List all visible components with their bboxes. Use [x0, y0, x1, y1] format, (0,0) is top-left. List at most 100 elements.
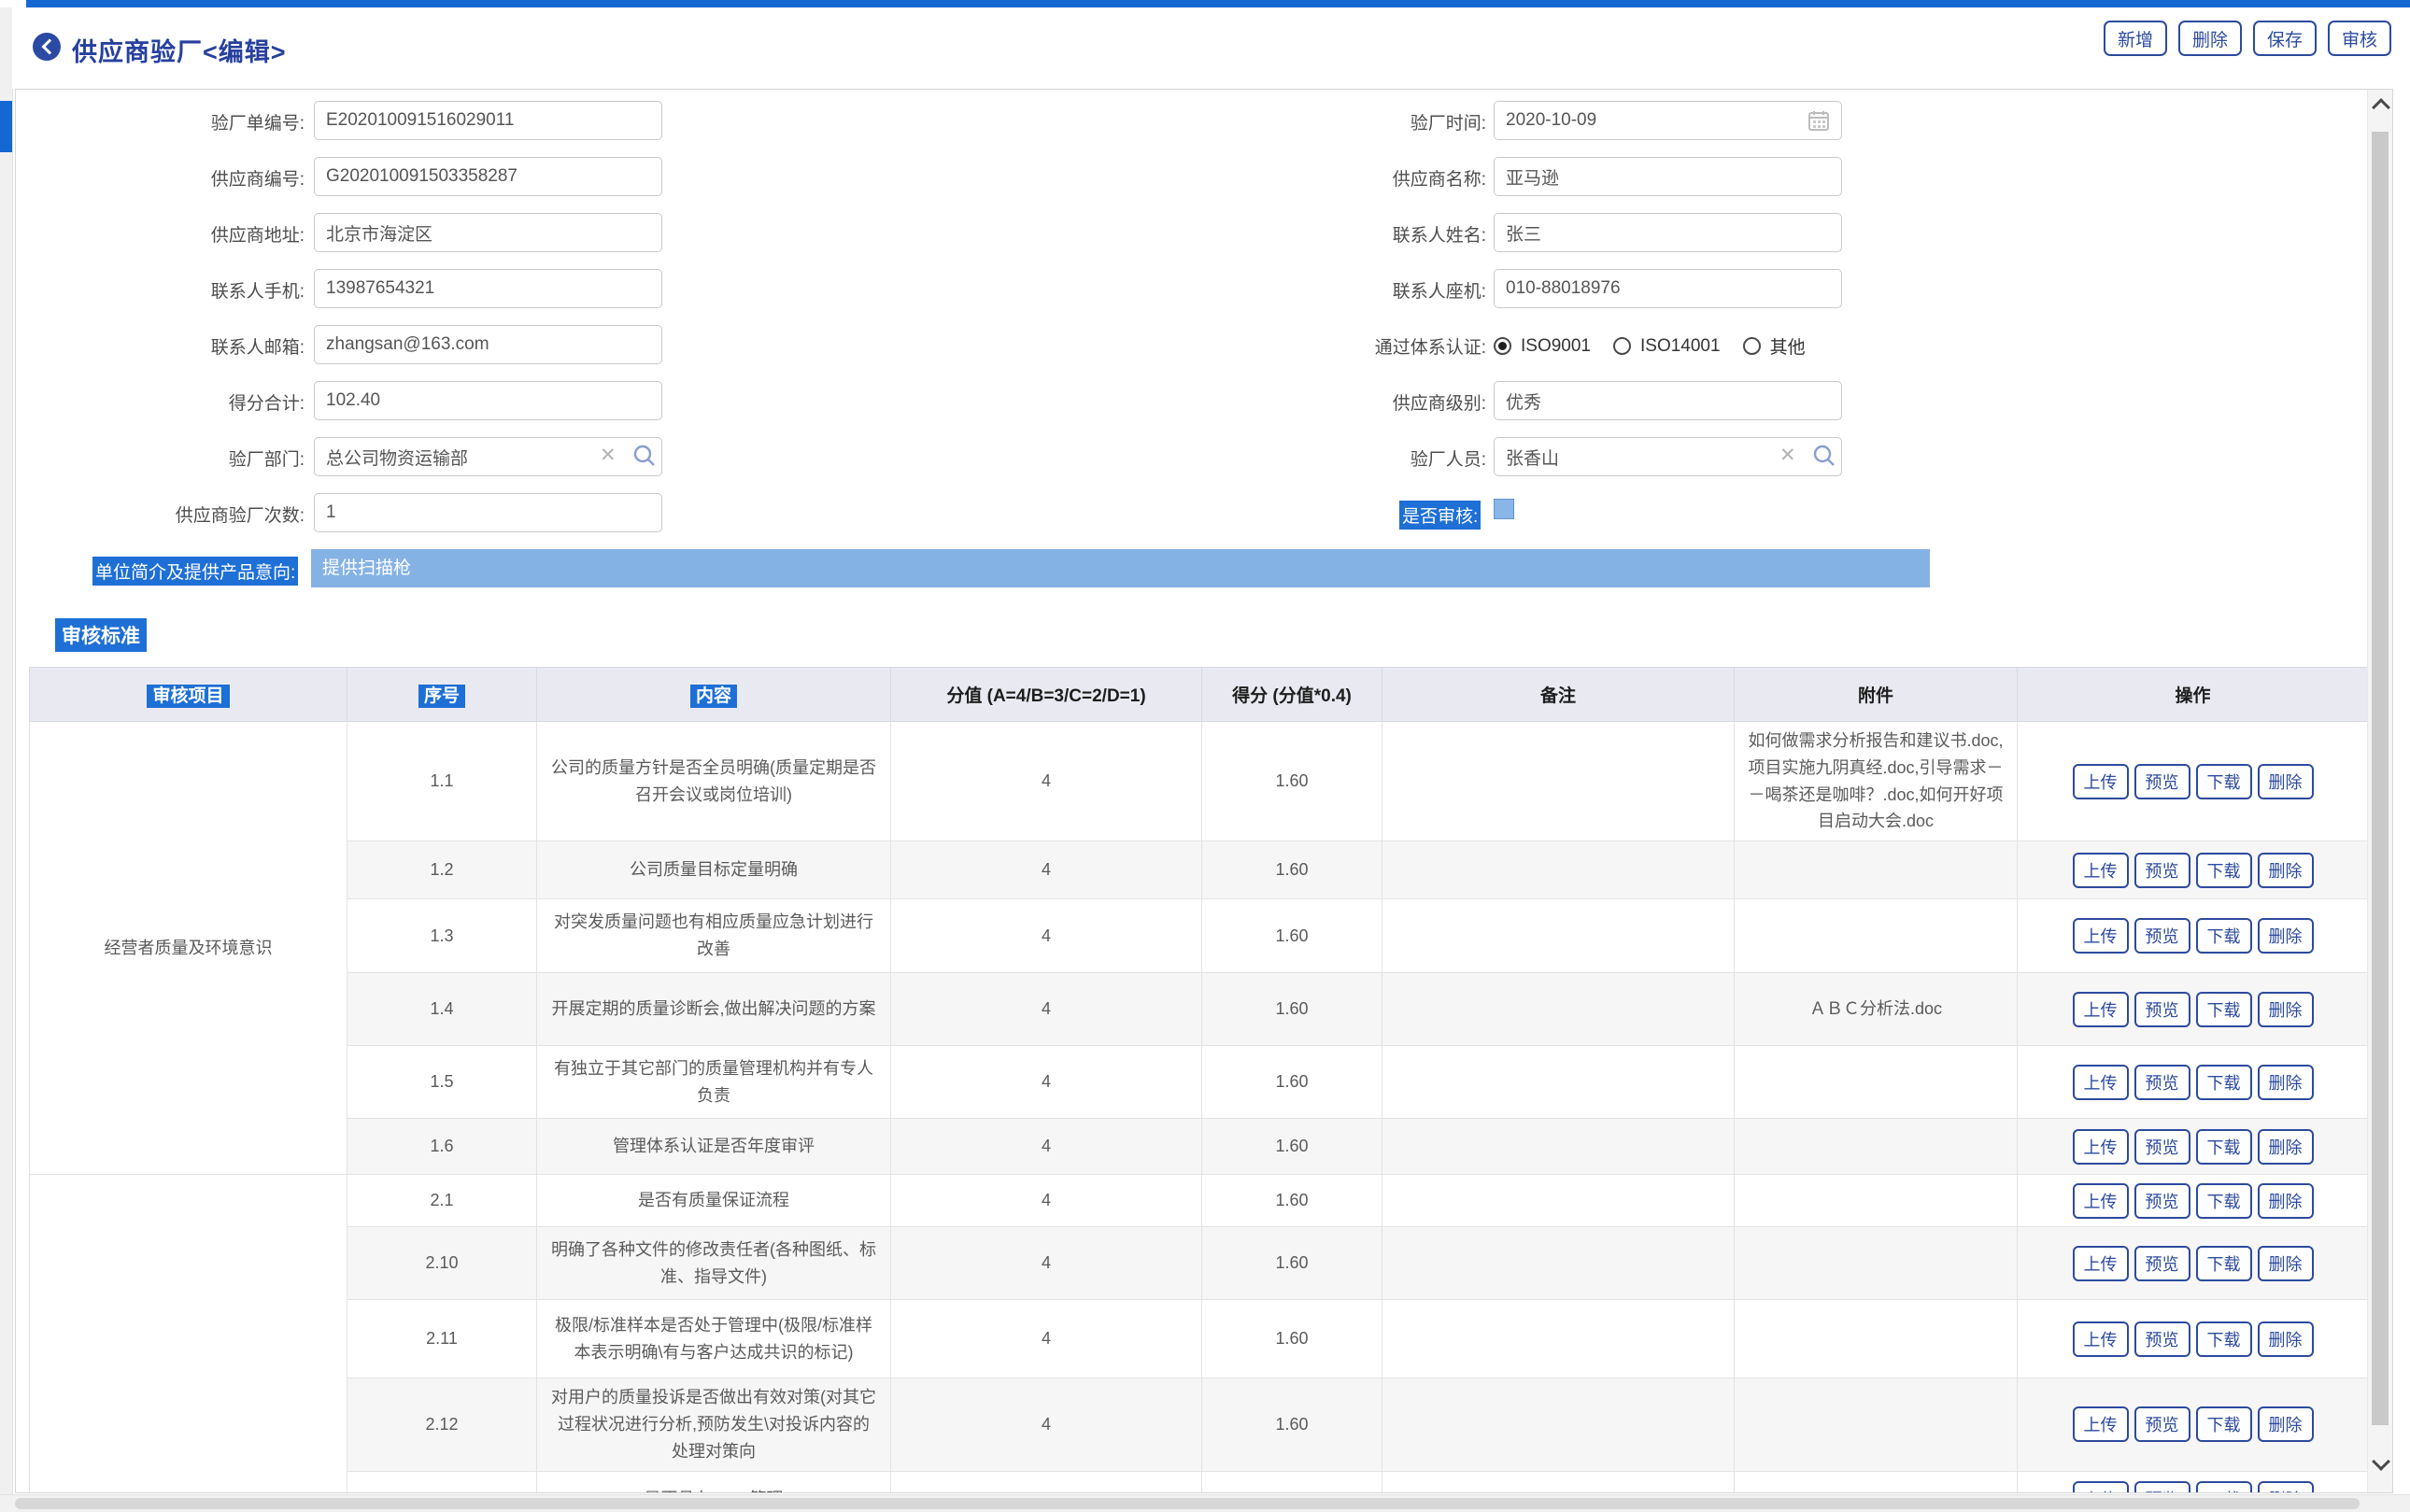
row-delete-button[interactable]: 删除 [2258, 992, 2314, 1027]
row-download-button[interactable]: 下载 [2196, 1246, 2252, 1281]
cell-seq: 1.2 [347, 841, 537, 899]
row-download-button[interactable]: 下载 [2196, 1183, 2252, 1219]
row-delete-button[interactable]: 删除 [2258, 1129, 2314, 1165]
scroll-up-icon[interactable] [2372, 98, 2390, 117]
row-preview-button[interactable]: 预览 [2134, 992, 2190, 1027]
horizontal-scrollbar[interactable] [0, 1494, 2410, 1512]
radio-iso9001-label: ISO9001 [1521, 336, 1591, 357]
cell-actions: 上传预览下载删除 [2018, 1046, 2369, 1119]
cell-seq: 1.1 [347, 722, 537, 841]
col-header-content: 内容 [537, 668, 891, 722]
row-preview-button[interactable]: 预览 [2134, 918, 2190, 954]
supplier-no-label: 供应商编号: [24, 165, 305, 191]
cell-got: 1.60 [1202, 1471, 1382, 1493]
vertical-scrollbar-thumb[interactable] [2372, 132, 2389, 1425]
cell-attachment [1735, 1227, 2018, 1300]
row-preview-button[interactable]: 预览 [2134, 1246, 2190, 1281]
scroll-down-icon[interactable] [2372, 1452, 2390, 1471]
add-button[interactable]: 新增 [2104, 21, 2167, 56]
supplier-level-input[interactable] [1494, 381, 1842, 420]
row-download-button[interactable]: 下载 [2196, 1481, 2252, 1493]
row-download-button[interactable]: 下载 [2196, 1065, 2252, 1100]
supplier-address-input[interactable] [314, 213, 662, 252]
row-upload-button[interactable]: 上传 [2073, 1321, 2129, 1357]
row-upload-button[interactable]: 上传 [2073, 1246, 2129, 1281]
row-preview-button[interactable]: 预览 [2134, 853, 2190, 888]
cell-attachment [1735, 1471, 2018, 1493]
row-preview-button[interactable]: 预览 [2134, 1183, 2190, 1219]
row-delete-button[interactable]: 删除 [2258, 1481, 2314, 1493]
supplier-no-input[interactable] [314, 157, 662, 196]
cell-content: 公司质量目标定量明确 [537, 841, 891, 899]
row-upload-button[interactable]: 上传 [2073, 1065, 2129, 1100]
row-upload-button[interactable]: 上传 [2073, 1406, 2129, 1442]
row-upload-button[interactable]: 上传 [2073, 853, 2129, 888]
inspection-no-input[interactable] [314, 101, 662, 140]
calendar-icon[interactable] [1808, 109, 1830, 136]
row-download-button[interactable]: 下载 [2196, 1129, 2252, 1165]
row-download-button[interactable]: 下载 [2196, 992, 2252, 1027]
staff-search-icon[interactable] [1812, 444, 1836, 473]
staff-clear-icon[interactable]: ✕ [1779, 446, 1796, 465]
row-preview-button[interactable]: 预览 [2134, 1406, 2190, 1442]
save-button[interactable]: 保存 [2253, 21, 2317, 56]
col-header-score: 分值 (A=4/B=3/C=2/D=1) [891, 668, 1202, 722]
row-download-button[interactable]: 下载 [2196, 1321, 2252, 1357]
vertical-scrollbar[interactable] [2367, 90, 2392, 1492]
horizontal-scrollbar-thumb[interactable] [15, 1498, 2360, 1509]
cell-content: 对用户的质量投诉是否做出有效对策(对其它过程状况进行分析,预防发生\对投诉内容的… [537, 1378, 891, 1471]
inspection-count-input[interactable] [314, 493, 662, 532]
row-preview-button[interactable]: 预览 [2134, 1481, 2190, 1493]
row-upload-button[interactable]: 上传 [2073, 1129, 2129, 1165]
supplier-name-input[interactable] [1494, 157, 1842, 196]
score-total-label: 得分合计: [24, 389, 305, 415]
cell-got: 1.60 [1202, 722, 1382, 841]
row-delete-button[interactable]: 删除 [2258, 918, 2314, 954]
row-upload-button[interactable]: 上传 [2073, 764, 2129, 799]
cell-got: 1.60 [1202, 1046, 1382, 1119]
contact-phone-label: 联系人座机: [1206, 277, 1486, 303]
row-delete-button[interactable]: 删除 [2258, 764, 2314, 799]
dept-clear-icon[interactable]: ✕ [600, 446, 617, 465]
row-delete-button[interactable]: 删除 [2258, 853, 2314, 888]
row-preview-button[interactable]: 预览 [2134, 764, 2190, 799]
row-download-button[interactable]: 下载 [2196, 918, 2252, 954]
dept-search-icon[interactable] [632, 444, 657, 473]
left-sidebar-active-segment[interactable] [0, 101, 12, 152]
row-preview-button[interactable]: 预览 [2134, 1129, 2190, 1165]
delete-button[interactable]: 删除 [2178, 21, 2242, 56]
is-audited-checkbox[interactable] [1494, 499, 1514, 519]
row-download-button[interactable]: 下载 [2196, 1406, 2252, 1442]
radio-iso9001[interactable] [1494, 337, 1511, 355]
row-preview-button[interactable]: 预览 [2134, 1321, 2190, 1357]
row-delete-button[interactable]: 删除 [2258, 1246, 2314, 1281]
row-upload-button[interactable]: 上传 [2073, 992, 2129, 1027]
cell-content: 是否有质量保证流程 [537, 1175, 891, 1227]
radio-other[interactable] [1743, 337, 1761, 355]
row-delete-button[interactable]: 删除 [2258, 1065, 2314, 1100]
audit-standard-table: 审核项目 序号 内容 分值 (A=4/B=3/C=2/D=1) 得分 (分值*0… [29, 667, 2369, 1493]
score-total-input[interactable] [314, 381, 662, 420]
row-download-button[interactable]: 下载 [2196, 764, 2252, 799]
audit-button[interactable]: 审核 [2328, 21, 2391, 56]
radio-iso14001[interactable] [1613, 337, 1631, 355]
row-upload-button[interactable]: 上传 [2073, 918, 2129, 954]
contact-phone-input[interactable] [1494, 269, 1842, 308]
contact-email-input[interactable] [314, 325, 662, 364]
cell-remark [1382, 1300, 1735, 1378]
cell-attachment [1735, 1175, 2018, 1227]
row-upload-button[interactable]: 上传 [2073, 1481, 2129, 1493]
contact-name-input[interactable] [1494, 213, 1842, 252]
certification-radio-group: ISO9001 ISO14001 其他 [1494, 333, 1819, 359]
intro-textarea[interactable]: 提供扫描枪 [311, 549, 1930, 587]
row-upload-button[interactable]: 上传 [2073, 1183, 2129, 1219]
is-audited-label: 是否审核: [1399, 501, 1481, 530]
row-preview-button[interactable]: 预览 [2134, 1065, 2190, 1100]
row-delete-button[interactable]: 删除 [2258, 1406, 2314, 1442]
row-delete-button[interactable]: 删除 [2258, 1183, 2314, 1219]
inspection-date-input[interactable] [1494, 101, 1842, 140]
row-delete-button[interactable]: 删除 [2258, 1321, 2314, 1357]
row-download-button[interactable]: 下载 [2196, 853, 2252, 888]
back-icon[interactable] [33, 33, 61, 61]
contact-mobile-input[interactable] [314, 269, 662, 308]
